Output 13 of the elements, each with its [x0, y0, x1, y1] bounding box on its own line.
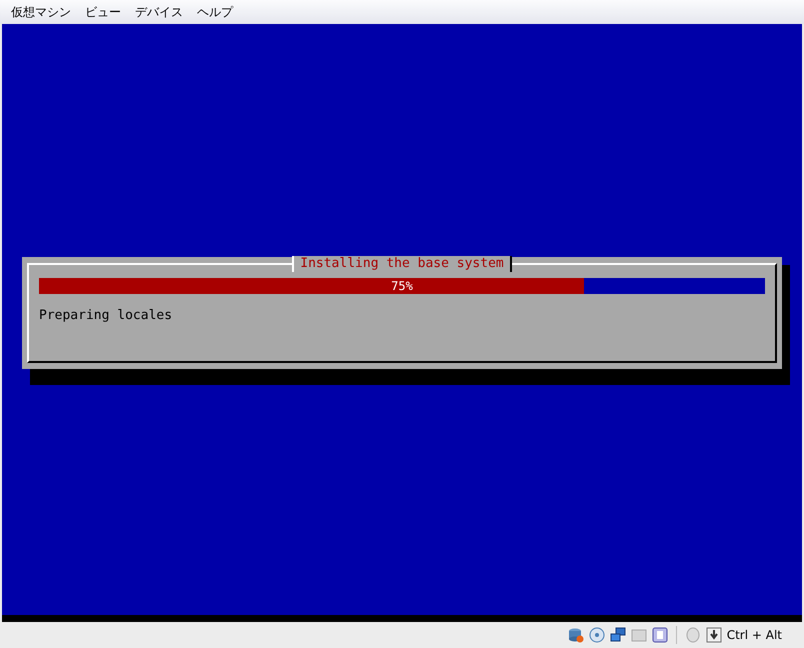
status-message: Preparing locales [39, 308, 174, 322]
menu-item[interactable]: 仮想マシン [4, 4, 78, 20]
menu-item[interactable]: ヘルプ [190, 4, 240, 20]
host-key-label: Ctrl + Alt [726, 628, 782, 642]
network-icon[interactable] [610, 627, 626, 643]
cd-icon[interactable] [588, 627, 605, 643]
progress-label: 75% [391, 278, 413, 292]
host-key-icon[interactable] [706, 627, 722, 643]
menu-item[interactable]: ビュー [78, 4, 128, 20]
hard-disk-icon[interactable] [568, 627, 584, 643]
dialog-title: Installing the base system [292, 256, 512, 272]
display-icon[interactable] [652, 627, 668, 643]
menu-item[interactable]: デバイス [128, 4, 190, 20]
